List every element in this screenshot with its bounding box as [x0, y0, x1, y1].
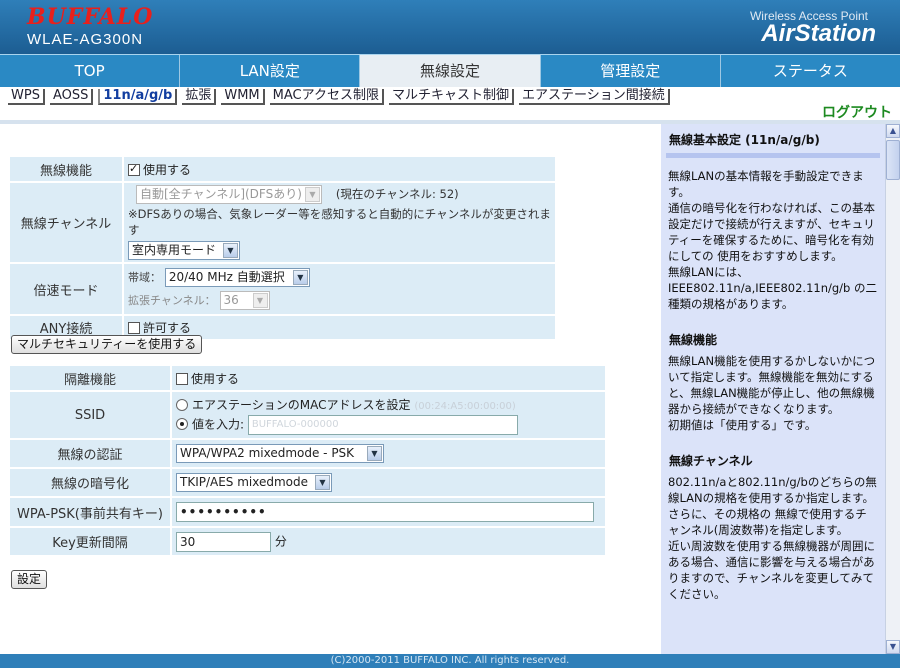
ssid-label: SSID	[10, 392, 170, 438]
tab-status[interactable]: ステータス	[721, 55, 900, 87]
ext-channel-label: 拡張チャンネル：	[128, 294, 216, 307]
chevron-down-icon: ▼	[223, 243, 238, 258]
rekey-input[interactable]: 30	[176, 531, 271, 552]
subtab-wds[interactable]: エアステーション間接続	[518, 89, 670, 105]
buffalo-logo: BUFFALO	[27, 4, 154, 30]
ssid-manual-radio[interactable]	[176, 418, 188, 430]
logout-link[interactable]: ログアウト	[822, 102, 892, 122]
multi-security-button[interactable]: マルチセキュリティーを使用する	[11, 335, 203, 354]
subtab-extended[interactable]: 拡張	[182, 89, 217, 105]
ssid-mac-option-label: エアステーションのMACアドレスを設定	[192, 397, 411, 412]
help-intro-text: 通信の暗号化を行わなければ、この基本設定だけで接続が行えますが、セキュリティーを…	[668, 201, 875, 263]
speed-mode-label: 倍速モード	[10, 264, 122, 314]
help-title: 無線基本設定 (11n/a/g/b)	[669, 133, 820, 147]
help-section-text: 802.11n/aと802.11n/g/bのどちらの無線LANの規格を使用するか…	[668, 475, 877, 505]
help-intro: 無線LANの基本情報を手動設定できます。 通信の暗号化を行わなければ、この基本設…	[668, 168, 878, 312]
help-scrollbar[interactable]: ▲ ▼	[885, 124, 900, 654]
sub-nav: WPS AOSS 11n/a/g/b 拡張 WMM MACアクセス制限 マルチキ…	[8, 88, 675, 106]
wireless-function-label: 無線機能	[10, 157, 122, 181]
help-section-text: さらに、その規格の 無線で使用するチャンネル(周波数帯)を指定します。	[668, 507, 867, 537]
footer-copyright: (C)2000-2011 BUFFALO INC. All rights res…	[0, 654, 900, 668]
help-section-text: 近い周波数を使用する無線機器が周囲にある場合、通信に影響を与える場合がありますの…	[668, 539, 875, 601]
scroll-thumb[interactable]	[886, 140, 900, 180]
wireless-function-checkbox[interactable]	[128, 162, 140, 176]
help-intro-text: 無線LANには、IEEE802.11n/a,IEEE802.11n/g/b の二…	[668, 265, 878, 311]
scroll-up-icon[interactable]: ▲	[886, 124, 900, 138]
help-section-title: 無線機能	[669, 333, 718, 347]
chevron-down-icon: ▼	[252, 293, 268, 308]
isolation-label: 隔離機能	[10, 366, 170, 390]
help-section-text: 初期値は「使用する」です。	[668, 418, 817, 432]
any-connection-checkbox-label: 許可する	[143, 321, 192, 335]
tab-lan-settings[interactable]: LAN設定	[180, 55, 361, 87]
tab-wireless-settings[interactable]: 無線設定	[360, 55, 541, 87]
encryption-select[interactable]: TKIP/AES mixedmode ▼	[176, 473, 332, 492]
encryption-select-value: TKIP/AES mixedmode	[180, 475, 309, 489]
security-settings-table: 隔離機能 使用する SSID エアステーションのMACアドレスを設定 (00:2…	[8, 364, 607, 557]
subtab-multicast[interactable]: マルチキャスト制御	[388, 89, 514, 105]
subtab-aoss[interactable]: AOSS	[49, 89, 94, 105]
auth-select[interactable]: WPA/WPA2 mixedmode - PSK ▼	[176, 444, 384, 463]
subtab-mac-access[interactable]: MACアクセス制限	[269, 89, 384, 105]
ssid-mac-value: (00:24:A5:00:00:00)	[414, 400, 516, 412]
channel-label: 無線チャンネル	[10, 183, 122, 262]
psk-input[interactable]: ••••••••••	[176, 502, 594, 522]
main-nav: TOP LAN設定 無線設定 管理設定 ステータス	[0, 54, 900, 87]
chevron-down-icon: ▼	[305, 187, 320, 202]
subtab-11nagb[interactable]: 11n/a/g/b	[98, 89, 178, 105]
any-connection-checkbox[interactable]	[128, 322, 140, 334]
submit-button[interactable]: 設定	[11, 570, 48, 589]
scroll-down-icon[interactable]: ▼	[886, 640, 900, 654]
auth-select-value: WPA/WPA2 mixedmode - PSK	[180, 446, 355, 460]
rekey-label: Key更新間隔	[10, 528, 170, 555]
isolation-checkbox[interactable]	[176, 372, 188, 385]
current-channel: (現在のチャンネル: 52)	[335, 187, 459, 201]
indoor-mode-select[interactable]: 室内専用モード ▼	[128, 241, 240, 260]
ext-channel-value: 36	[223, 293, 239, 307]
ssid-mac-radio[interactable]	[176, 398, 188, 411]
settings-area: 無線機能 使用する 無線チャンネル 自動[全チャンネル](DFSあり)▼ (現在…	[0, 124, 661, 654]
subtab-wps[interactable]: WPS	[8, 89, 45, 105]
subtab-wmm[interactable]: WMM	[221, 89, 265, 105]
band-select[interactable]: 20/40 MHz 自動選択 ▼	[164, 268, 310, 287]
help-section-title: 無線チャンネル	[669, 454, 753, 468]
band-select-value: 20/40 MHz 自動選択	[168, 270, 285, 284]
help-section: 802.11n/aと802.11n/g/bのどちらの無線LANの規格を使用するか…	[668, 474, 878, 602]
help-section: 無線LAN機能を使用するかしないかについて指定します。無線機能を無効にすると、無…	[668, 353, 878, 433]
tab-top[interactable]: TOP	[0, 55, 181, 87]
help-section-text: 無線LAN機能を使用するかしないかについて指定します。無線機能を無効にすると、無…	[668, 354, 876, 416]
header: BUFFALO WLAE-AG300N Wireless Access Poin…	[0, 0, 900, 54]
isolation-checkbox-label: 使用する	[191, 371, 240, 386]
indoor-mode-value: 室内専用モード	[132, 243, 217, 257]
chevron-down-icon: ▼	[367, 446, 382, 461]
chevron-down-icon: ▼	[292, 270, 308, 285]
chevron-down-icon: ▼	[315, 475, 330, 490]
ssid-input[interactable]: BUFFALO-000000	[247, 414, 518, 435]
auth-label: 無線の認証	[10, 440, 170, 467]
help-title-bar	[666, 153, 880, 158]
wireless-function-checkbox-label: 使用する	[143, 162, 192, 177]
tab-admin-settings[interactable]: 管理設定	[541, 55, 721, 87]
channel-select[interactable]: 自動[全チャンネル](DFSあり) ▼	[136, 185, 322, 204]
psk-label: WPA-PSK(事前共有キー)	[10, 498, 170, 526]
airstation-logo: AirStation	[761, 20, 876, 47]
encryption-label: 無線の暗号化	[10, 469, 170, 496]
dfs-note: ※DFSありの場合、気象レーダー等を感知すると自動的にチャンネルが変更されます	[128, 207, 551, 237]
basic-settings-table: 無線機能 使用する 無線チャンネル 自動[全チャンネル](DFSあり)▼ (現在…	[8, 155, 557, 341]
model-name: WLAE-AG300N	[27, 31, 144, 48]
ext-channel-select[interactable]: 36 ▼	[219, 291, 270, 310]
rekey-unit: 分	[274, 534, 287, 548]
ssid-manual-option-label: 値を入力:	[192, 417, 245, 431]
channel-select-value: 自動[全チャンネル](DFSあり)	[140, 187, 302, 201]
help-panel: 無線基本設定 (11n/a/g/b) 無線LANの基本情報を手動設定できます。 …	[661, 124, 885, 654]
band-label: 帯域：	[128, 271, 161, 284]
help-intro-text: 無線LANの基本情報を手動設定できます。	[668, 169, 864, 199]
